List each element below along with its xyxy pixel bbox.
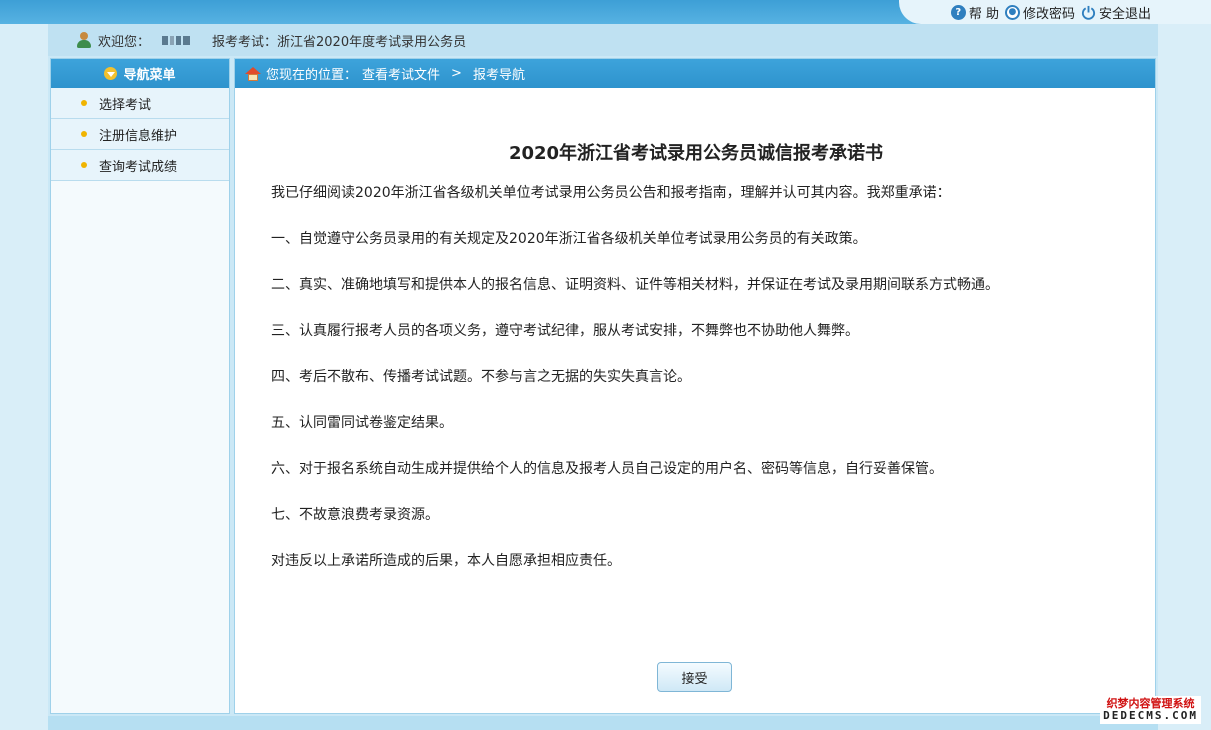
accept-button[interactable]: 接受 [657,662,732,692]
breadcrumb-separator: > [451,66,462,81]
document-item: 一、自觉遵守公务员录用的有关规定及2020年浙江省各级机关单位考试录用公务员的有… [271,231,867,247]
exam-label: 报考考试：浙江省2020年度考试录用公务员 [212,34,467,50]
change-password-label: 修改密码 [1022,6,1075,22]
sidebar-item-registration-info[interactable]: 注册信息维护 [51,119,229,150]
power-icon [1081,5,1096,20]
commitment-document: 2020年浙江省考试录用公务员诚信报考承诺书 我已仔细阅读2020年浙江省各级机… [271,139,1121,597]
chevron-down-icon [104,67,118,80]
home-icon [245,66,261,81]
watermark: 织梦内容管理系统 DEDECMS.COM [1100,696,1201,724]
sidebar-item-label: 查询考试成绩 [99,159,178,175]
sidebar: 导航菜单 选择考试 注册信息维护 查询考试成绩 [50,58,230,714]
change-password-link[interactable]: ● 修改密码 [1004,3,1075,22]
top-links: ? 帮 助 ● 修改密码 安全退出 [899,0,1211,24]
document-intro: 我已仔细阅读2020年浙江省各级机关单位考试录用公务员公告和报考指南，理解并认可… [271,185,951,201]
help-label: 帮 助 [968,6,999,22]
breadcrumb: 您现在的位置： 查看考试文件 > 报考导航 [235,59,1155,88]
user-icon [76,32,92,48]
sidebar-header: 导航菜单 [51,59,229,88]
help-link[interactable]: ? 帮 助 [950,3,999,22]
logout-label: 安全退出 [1098,6,1151,22]
bullet-icon [81,100,87,106]
document-item: 四、考后不散布、传播考试试题。不参与言之无据的失实失真言论。 [271,369,691,385]
main-panel: 您现在的位置： 查看考试文件 > 报考导航 2020年浙江省考试录用公务员诚信报… [234,58,1156,714]
welcome-bar: 欢迎您： 报考考试：浙江省2020年度考试录用公务员 [48,24,1158,56]
bullet-icon [81,162,87,168]
breadcrumb-item-guide: 报考导航 [472,68,525,83]
logout-link[interactable]: 安全退出 [1081,3,1151,22]
sidebar-item-label: 选择考试 [99,97,152,113]
breadcrumb-prefix: 您现在的位置： [266,68,358,83]
document-item: 二、真实、准确地填写和提供本人的报名信息、证明资料、证件等相关材料，并保证在考试… [271,277,999,293]
bullet-icon [81,131,87,137]
breadcrumb-item-view-docs[interactable]: 查看考试文件 [362,64,440,83]
sidebar-item-query-scores[interactable]: 查询考试成绩 [51,150,229,181]
watermark-line2: DEDECMS.COM [1103,709,1198,722]
sidebar-item-label: 注册信息维护 [99,128,178,144]
sidebar-title: 导航菜单 [123,68,176,83]
top-banner: ? 帮 助 ● 修改密码 安全退出 [0,0,1211,24]
document-closing: 对违反以上承诺所造成的后果，本人自愿承担相应责任。 [271,553,621,569]
document-title: 2020年浙江省考试录用公务员诚信报考承诺书 [508,143,884,164]
document-item: 六、对于报名系统自动生成并提供给个人的信息及报考人员自己设定的用户名、密码等信息… [271,461,943,477]
sidebar-item-select-exam[interactable]: 选择考试 [51,88,229,119]
lock-icon: ● [1004,4,1020,20]
document-item: 五、认同雷同试卷鉴定结果。 [271,415,453,431]
masked-username [162,35,191,45]
welcome-greeting: 欢迎您： [98,34,151,50]
app-frame: 欢迎您： 报考考试：浙江省2020年度考试录用公务员 导航菜单 选择考试 注册信… [48,24,1158,730]
document-item: 三、认真履行报考人员的各项义务，遵守考试纪律，服从考试安排，不舞弊也不协助他人舞… [271,323,859,339]
help-icon: ? [950,4,966,20]
bottom-strip [48,716,1158,730]
document-item: 七、不故意浪费考录资源。 [271,507,439,523]
